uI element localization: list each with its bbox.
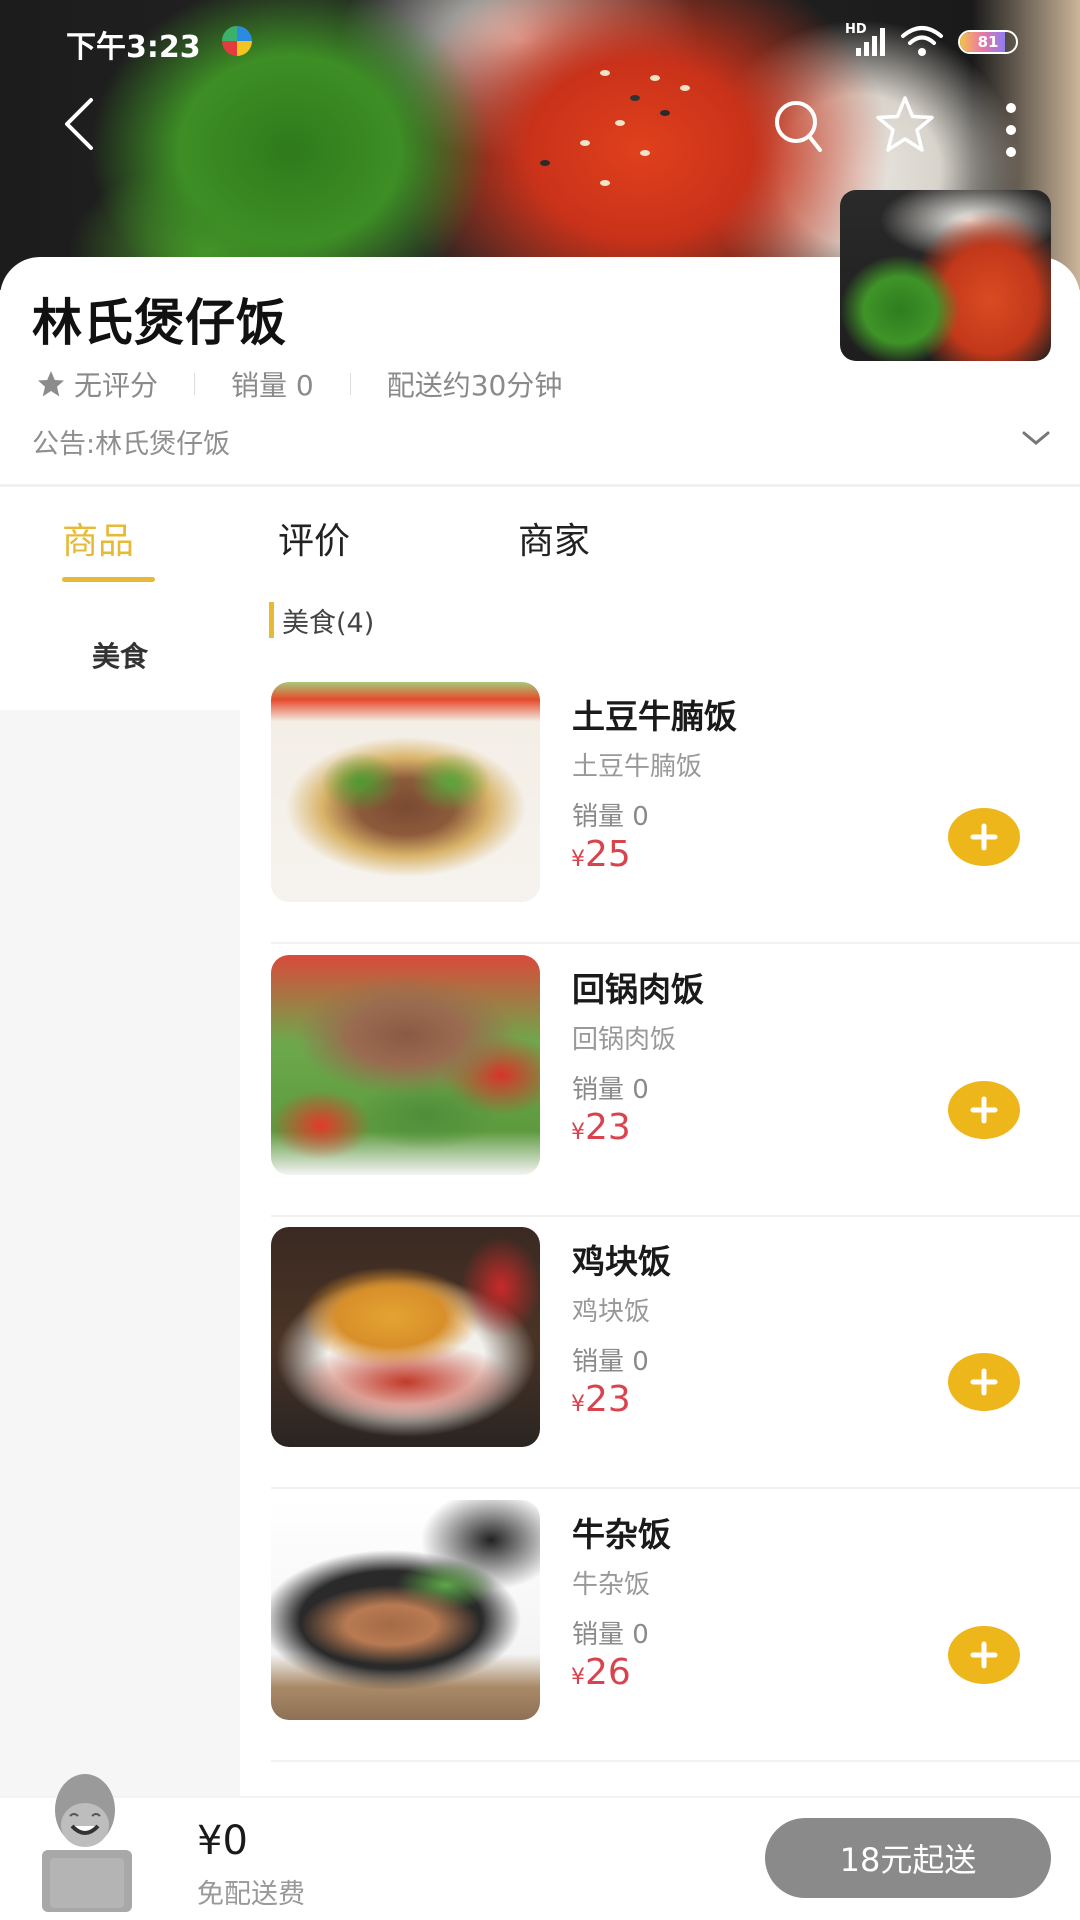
product-image [271, 1500, 540, 1720]
product-image [271, 1227, 540, 1447]
currency-symbol: ¥ [571, 847, 585, 872]
store-rating: 无评分 [74, 369, 159, 402]
favorite-button[interactable] [872, 92, 938, 158]
product-price: ¥ 23 [571, 1379, 631, 1420]
app-notification-icon [222, 26, 252, 56]
product-sales: 销量 0 [572, 802, 649, 832]
product-price: ¥ 26 [571, 1652, 631, 1693]
plus-icon [970, 823, 998, 851]
item-divider [271, 1215, 1080, 1217]
section-title: 美食(4) [282, 607, 375, 639]
item-divider [271, 1487, 1080, 1489]
status-bar: 下午3:23 HD 81 [0, 0, 1080, 80]
price-value: 23 [585, 1107, 631, 1148]
price-value: 25 [585, 834, 631, 875]
item-divider [271, 942, 1080, 944]
more-button[interactable] [996, 98, 1026, 162]
plus-icon [970, 1368, 998, 1396]
sidebar-item-food[interactable]: 美食 [0, 600, 240, 710]
price-value: 26 [585, 1652, 631, 1693]
product-item[interactable]: 土豆牛腩饭 土豆牛腩饭 销量 0 ¥ 25 [271, 682, 1080, 954]
product-sales: 销量 0 [572, 1347, 649, 1377]
product-desc: 回锅肉饭 [572, 1025, 677, 1055]
product-image [271, 682, 540, 902]
product-desc: 土豆牛腩饭 [572, 752, 703, 782]
product-sales: 销量 0 [572, 1620, 649, 1650]
chevron-down-icon [1022, 431, 1050, 445]
store-name: 林氏煲仔饭 [32, 294, 287, 352]
product-desc: 鸡块饭 [572, 1297, 651, 1327]
store-sales: 销量 0 [231, 369, 314, 402]
back-button[interactable] [50, 92, 106, 156]
meta-divider [194, 373, 196, 395]
cart-total: ¥0 [197, 1818, 248, 1864]
chevron-left-icon [65, 98, 93, 150]
section-divider [0, 484, 1080, 487]
store-logo-image [840, 190, 1051, 361]
store-page: 下午3:23 HD 81 林氏煲仔饭 无评分 销量 0 配送约30分钟 公告:林… [0, 0, 1080, 1920]
store-notice[interactable]: 公告:林氏煲仔饭 [32, 422, 230, 461]
add-to-cart-button[interactable] [948, 808, 1020, 866]
tab-products[interactable]: 商品 [62, 512, 134, 564]
active-tab-indicator [62, 577, 155, 582]
more-vertical-icon [1006, 103, 1016, 157]
rating-star-icon [36, 369, 66, 399]
plus-icon [970, 1641, 998, 1669]
checkout-button[interactable]: 18元起送 [765, 1818, 1051, 1898]
plus-icon [970, 1096, 998, 1124]
currency-symbol: ¥ [571, 1392, 585, 1417]
category-sidebar [0, 710, 240, 1800]
store-delivery-time: 配送约30分钟 [386, 369, 563, 402]
add-to-cart-button[interactable] [948, 1626, 1020, 1684]
product-name: 鸡块饭 [572, 1242, 671, 1281]
product-sales: 销量 0 [572, 1075, 649, 1105]
product-price: ¥ 25 [571, 834, 631, 875]
section-accent-bar [269, 602, 274, 638]
store-meta-row: 无评分 销量 0 配送约30分钟 [36, 364, 562, 404]
product-item[interactable]: 回锅肉饭 回锅肉饭 销量 0 ¥ 23 [271, 955, 1080, 1227]
delivery-fee: 免配送费 [197, 1879, 305, 1910]
expand-notice-button[interactable] [1020, 428, 1052, 452]
delivery-courier-cart-icon[interactable] [30, 1770, 160, 1915]
search-button[interactable] [768, 96, 828, 156]
currency-symbol: ¥ [571, 1120, 585, 1145]
star-outline-icon [876, 96, 934, 152]
product-name: 牛杂饭 [572, 1515, 671, 1554]
signal-icon [852, 26, 890, 56]
add-to-cart-button[interactable] [948, 1081, 1020, 1139]
product-item[interactable]: 鸡块饭 鸡块饭 销量 0 ¥ 23 [271, 1227, 1080, 1499]
search-icon [775, 101, 822, 152]
wifi-icon [901, 26, 943, 56]
product-image [271, 955, 540, 1175]
currency-symbol: ¥ [571, 1665, 585, 1690]
section-header: 美食(4) [269, 602, 375, 639]
tab-reviews[interactable]: 评价 [278, 512, 350, 564]
battery-indicator: 81 [958, 30, 1018, 54]
battery-level: 81 [977, 33, 999, 51]
product-name: 回锅肉饭 [572, 970, 704, 1009]
product-name: 土豆牛腩饭 [572, 697, 737, 736]
add-to-cart-button[interactable] [948, 1353, 1020, 1411]
price-value: 23 [585, 1379, 631, 1420]
product-price: ¥ 23 [571, 1107, 631, 1148]
product-item[interactable]: 牛杂饭 牛杂饭 销量 0 ¥ 26 [271, 1500, 1080, 1772]
item-divider [271, 1760, 1080, 1762]
status-time: 下午3:23 [66, 30, 201, 65]
tab-merchant[interactable]: 商家 [518, 512, 590, 564]
product-desc: 牛杂饭 [572, 1570, 651, 1600]
meta-divider [349, 373, 351, 395]
